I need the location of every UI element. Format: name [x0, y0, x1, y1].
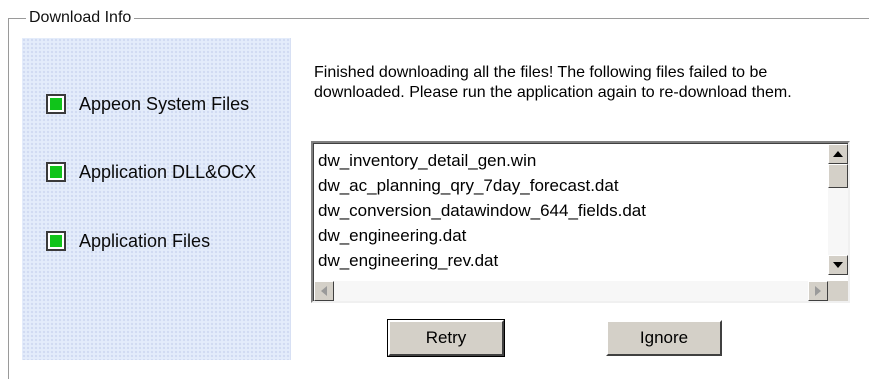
check-icon: [46, 162, 66, 182]
check-icon: [46, 231, 66, 251]
step-label: Application Files: [79, 230, 211, 251]
list-item[interactable]: dw_ac_planning_qry_7day_forecast.dat: [318, 173, 818, 198]
step-application-files: Application Files: [46, 228, 210, 254]
ignore-button[interactable]: Ignore: [606, 320, 722, 356]
step-appeon-system-files: Appeon System Files: [46, 91, 249, 117]
status-message: Finished downloading all the files! The …: [314, 64, 792, 101]
step-application-dll-ocx: Application DLL&OCX: [46, 159, 256, 185]
step-label: Appeon System Files: [79, 93, 250, 114]
scrollbar-corner: [828, 281, 848, 301]
list-item[interactable]: dw_inventory_detail_gen.win: [318, 148, 818, 173]
scroll-down-button[interactable]: [828, 255, 848, 275]
list-item[interactable]: dw_engineering_rev.dat: [318, 248, 818, 273]
scroll-right-button[interactable]: [808, 281, 828, 301]
scroll-left-button[interactable]: [314, 281, 334, 301]
list-item[interactable]: dw_conversion_datawindow_644_fields.dat: [318, 198, 818, 223]
arrow-up-icon: [833, 151, 843, 157]
group-title: Download Info: [26, 8, 135, 28]
vertical-scroll-thumb[interactable]: [828, 164, 848, 188]
scroll-up-button[interactable]: [828, 144, 848, 164]
vertical-scrollbar[interactable]: [828, 144, 848, 275]
failed-files-list[interactable]: dw_inventory_detail_gen.win dw_ac_planni…: [311, 141, 850, 303]
arrow-down-icon: [833, 262, 843, 268]
horizontal-scrollbar[interactable]: [314, 281, 828, 301]
failed-files-items: dw_inventory_detail_gen.win dw_ac_planni…: [318, 148, 818, 276]
list-item[interactable]: dw_engineering.dat: [318, 223, 818, 248]
step-label: Application DLL&OCX: [79, 161, 257, 182]
arrow-left-icon: [321, 286, 327, 296]
check-icon: [46, 94, 66, 114]
retry-button[interactable]: Retry: [387, 319, 505, 357]
arrow-right-icon: [815, 286, 821, 296]
progress-panel: Appeon System Files Application DLL&OCX …: [22, 38, 291, 360]
